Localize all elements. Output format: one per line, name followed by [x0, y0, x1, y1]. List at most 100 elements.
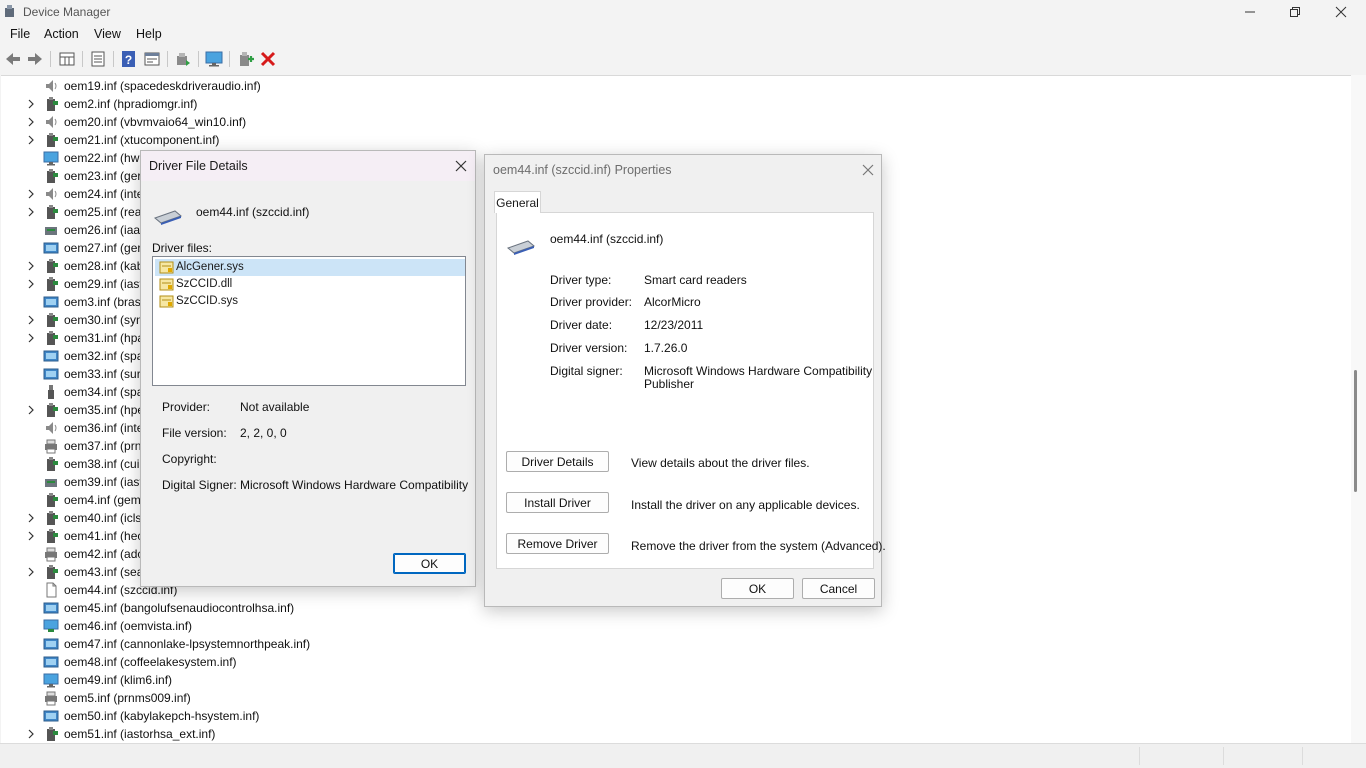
install-driver-button[interactable]: Install Driver [506, 492, 609, 513]
hid-device-icon [47, 457, 58, 471]
driver-version-value: 1.7.26.0 [644, 341, 688, 355]
tree-row-label: oem43.inf (sea [64, 565, 144, 579]
tree-row[interactable]: oem50.inf (kabylakepch-hsystem.inf) [1, 707, 601, 725]
chevron-right-icon[interactable] [26, 188, 36, 200]
chevron-right-icon[interactable] [26, 206, 36, 218]
device-manager-app-icon [5, 5, 14, 17]
close-button[interactable] [1318, 0, 1364, 24]
driver-file-name: AlcGener.sys [176, 261, 244, 273]
update-driver-icon[interactable] [174, 50, 192, 68]
tree-row[interactable]: oem49.inf (klim6.inf) [1, 671, 601, 689]
ok-button[interactable]: OK [393, 553, 466, 574]
tree-row-label: oem26.inf (iaa [64, 223, 141, 237]
digital-signer-label: Digital signer: [550, 364, 623, 378]
cancel-button[interactable]: Cancel [802, 578, 875, 599]
speaker-icon [46, 80, 57, 92]
chevron-right-icon[interactable] [26, 260, 36, 272]
chevron-right-icon[interactable] [26, 566, 36, 578]
driver-version-label: Driver version: [550, 341, 628, 355]
tree-row[interactable]: oem51.inf (iastorhsa_ext.inf) [1, 725, 601, 743]
list-icon[interactable] [89, 50, 107, 68]
chevron-right-icon[interactable] [26, 278, 36, 290]
chevron-right-icon[interactable] [26, 728, 36, 740]
system-device-icon [43, 368, 59, 380]
chevron-right-icon[interactable] [26, 98, 36, 110]
tree-row-label: oem2.inf (hpradiomgr.inf) [64, 97, 198, 111]
menu-view[interactable]: View [94, 27, 121, 41]
tree-row-label: oem39.inf (iast [64, 475, 143, 489]
chevron-right-icon[interactable] [26, 530, 36, 542]
driver-file-item[interactable]: SzCCID.sys [155, 293, 465, 310]
tree-row[interactable]: oem21.inf (xtucomponent.inf) [1, 131, 601, 149]
speaker-icon [46, 116, 57, 128]
printer-icon [45, 691, 57, 706]
system-device-icon [43, 296, 59, 308]
scrollbar-thumb[interactable] [1354, 370, 1357, 492]
driver-file-name: SzCCID.sys [176, 295, 238, 307]
tree-row-label: oem21.inf (xtucomponent.inf) [64, 133, 220, 147]
ok-button[interactable]: OK [721, 578, 794, 599]
close-icon[interactable] [451, 156, 471, 176]
tree-row-label: oem51.inf (iastorhsa_ext.inf) [64, 727, 216, 741]
hid-device-icon [47, 277, 58, 291]
tree-row[interactable]: oem19.inf (spacedeskdriveraudio.inf) [1, 77, 601, 95]
digital-signer-value: Microsoft Windows Hardware Compatibility [644, 364, 873, 378]
hid-device-icon [47, 529, 58, 543]
properties-grid-icon[interactable] [58, 50, 76, 68]
forward-icon[interactable] [26, 50, 44, 68]
tree-row-label: oem29.inf (iast [64, 277, 143, 291]
tree-row-label: oem47.inf (cannonlake-lpsystemnorthpeak.… [64, 637, 311, 651]
system-device-icon [43, 710, 59, 722]
driver-date-label: Driver date: [550, 318, 613, 332]
driver-files-list[interactable]: AlcGener.sys SzCCID.dll SzCCID.sys [152, 256, 466, 386]
monitor-icon[interactable] [205, 50, 223, 68]
remove-driver-button[interactable]: Remove Driver [506, 533, 609, 554]
driver-type-label: Driver type: [550, 273, 612, 287]
digital-signer-label: Digital Signer: [162, 478, 237, 492]
menu-help[interactable]: Help [136, 27, 162, 41]
console-icon[interactable] [143, 50, 161, 68]
tree-row-label: oem25.inf (rea [64, 205, 142, 219]
toolbar-separator [82, 51, 83, 67]
minimize-button[interactable] [1227, 0, 1273, 24]
driver-file-item[interactable]: SzCCID.dll [155, 276, 465, 293]
tree-row[interactable]: oem2.inf (hpradiomgr.inf) [1, 95, 601, 113]
driver-details-button[interactable]: Driver Details [506, 451, 609, 472]
driver-file-item[interactable]: AlcGener.sys [155, 259, 465, 276]
chevron-right-icon[interactable] [26, 134, 36, 146]
chevron-right-icon[interactable] [26, 314, 36, 326]
add-driver-icon[interactable] [237, 50, 255, 68]
driver-details-description: View details about the driver files. [631, 456, 810, 470]
storage-icon [45, 227, 57, 235]
back-icon[interactable] [4, 50, 22, 68]
chevron-right-icon[interactable] [26, 404, 36, 416]
digital-signer-value: Microsoft Windows Hardware Compatibility [240, 478, 469, 492]
restore-button[interactable] [1272, 0, 1318, 24]
title-bar: Device Manager [0, 0, 1366, 24]
tree-row[interactable]: oem48.inf (coffeelakesystem.inf) [1, 653, 601, 671]
tree-row[interactable]: oem46.inf (oemvista.inf) [1, 617, 601, 635]
menu-action[interactable]: Action [44, 27, 79, 41]
tree-row-label: oem23.inf (ger [64, 169, 142, 183]
tab-general[interactable]: General [494, 191, 541, 213]
tree-row-label: oem20.inf (vbvmvaio64_win10.inf) [64, 115, 247, 129]
network-icon [43, 619, 59, 632]
tree-row-label: oem5.inf (prnms009.inf) [64, 691, 191, 705]
hid-device-icon [47, 259, 58, 273]
tree-row[interactable]: oem47.inf (cannonlake-lpsystemnorthpeak.… [1, 635, 601, 653]
tree-row[interactable]: oem5.inf (prnms009.inf) [1, 689, 601, 707]
help-icon[interactable]: ? [120, 50, 138, 68]
menu-file[interactable]: File [10, 27, 30, 41]
speaker-icon [46, 188, 57, 200]
chevron-right-icon[interactable] [26, 512, 36, 524]
chevron-right-icon[interactable] [26, 332, 36, 344]
chevron-right-icon[interactable] [26, 116, 36, 128]
tree-row-label: oem31.inf (hpa [64, 331, 145, 345]
tree-row[interactable]: oem20.inf (vbvmvaio64_win10.inf) [1, 113, 601, 131]
tree-row-label: oem19.inf (spacedeskdriveraudio.inf) [64, 79, 261, 93]
close-icon[interactable] [858, 160, 878, 180]
driver-file-name: SzCCID.dll [176, 278, 233, 290]
uninstall-icon[interactable] [259, 50, 277, 68]
system-device-icon [43, 242, 59, 254]
tree-row-label: oem46.inf (oemvista.inf) [64, 619, 193, 633]
